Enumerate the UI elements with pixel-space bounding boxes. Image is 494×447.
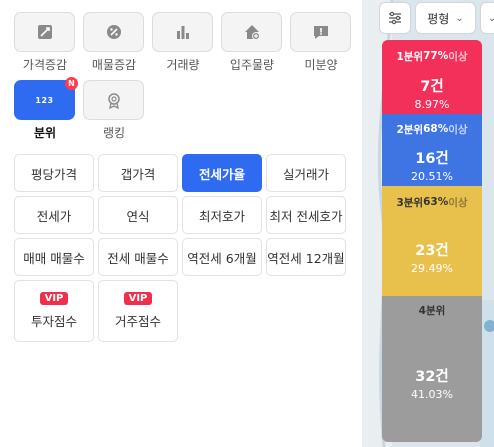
house-plus-icon xyxy=(244,25,260,40)
investment-score-card[interactable]: VIP 투자점수 xyxy=(14,280,94,342)
quantile-2-header: 2분위 68% 이상 xyxy=(382,114,482,144)
quantile-4-header: 4분위 xyxy=(382,296,482,324)
area-select[interactable]: 평형 ⌄ xyxy=(415,2,476,34)
quantile-legend: 1분위 77% 이상 7건 8.97% 2분위 68% 이상 16건 20.51… xyxy=(382,40,482,442)
alert-message-icon xyxy=(313,26,328,39)
number-123-icon: 123 xyxy=(35,95,54,105)
option-lowest-asking-price[interactable]: 최저호가 xyxy=(182,196,262,234)
quantile-2-threshold: 68% xyxy=(423,123,449,135)
more-controls-button[interactable]: ⌄ xyxy=(480,2,494,34)
quantile-2-count: 16건 xyxy=(415,151,449,167)
area-select-label: 평형 xyxy=(427,11,450,26)
option-reverse-jeonse-6m[interactable]: 역전세 6개월 xyxy=(182,238,262,276)
quantile-2-percent: 20.51% xyxy=(411,170,453,183)
app-root: 가격증감 매물증감 거래량 입주물량 미분양 123 N 분위 랭킹 평당가격 … xyxy=(0,0,494,447)
move-in-supply-button[interactable] xyxy=(221,12,282,52)
price-change-button[interactable] xyxy=(14,12,75,52)
quantile-1-segment[interactable]: 7건 8.97% xyxy=(382,72,482,114)
ranking-button[interactable] xyxy=(83,80,144,120)
filter-panel: 가격증감 매물증감 거래량 입주물량 미분양 123 N 분위 랭킹 평당가격 … xyxy=(0,0,362,447)
option-jeonse-price[interactable]: 전세가 xyxy=(14,196,94,234)
quantile-2-segment[interactable]: 16건 20.51% xyxy=(382,144,482,186)
listing-change-button[interactable] xyxy=(83,12,144,52)
quantile-1-count: 7건 xyxy=(420,79,444,95)
medal-icon xyxy=(107,93,120,109)
sliders-icon xyxy=(389,11,401,25)
option-sale-listings[interactable]: 매매 매물수 xyxy=(14,238,94,276)
quantile-3-percent: 29.49% xyxy=(411,262,453,275)
quantile-3-threshold: 63% xyxy=(423,196,449,208)
option-gap-price[interactable]: 갭가격 xyxy=(98,154,178,192)
price-change-label: 가격증감 xyxy=(22,58,68,72)
quantile-1-suffix: 이상 xyxy=(448,50,468,63)
trade-volume-button[interactable] xyxy=(152,12,213,52)
quantile-1-threshold: 77% xyxy=(423,50,449,62)
residence-score-card[interactable]: VIP 거주점수 xyxy=(98,280,178,342)
bar-chart-icon xyxy=(176,26,189,39)
quantile-4-title: 4분위 xyxy=(418,304,446,317)
listing-change-label: 매물증감 xyxy=(91,58,137,72)
vip-badge: VIP xyxy=(123,292,153,305)
option-real-transaction-price[interactable]: 실거래가 xyxy=(266,154,346,192)
quantile-3-header: 3분위 63% 이상 xyxy=(382,186,482,218)
quantile-3-count: 23건 xyxy=(415,243,449,259)
option-reverse-jeonse-12m[interactable]: 역전세 12개월 xyxy=(266,238,346,276)
price-change-icon xyxy=(37,25,52,39)
new-badge: N xyxy=(65,77,78,90)
quantile-label: 분위 xyxy=(33,126,57,140)
chevron-down-icon: ⌄ xyxy=(487,12,494,24)
listing-change-icon xyxy=(106,25,121,39)
option-jeonse-ratio[interactable]: 전세가율 xyxy=(182,154,262,192)
quantile-4-percent: 41.03% xyxy=(411,388,453,401)
unsold-button[interactable] xyxy=(290,12,351,52)
chevron-down-icon: ⌄ xyxy=(455,12,464,24)
quantile-4-count: 32건 xyxy=(415,369,449,385)
quantile-3-segment[interactable]: 23건 29.49% xyxy=(382,218,482,296)
quantile-1-header: 1분위 77% 이상 xyxy=(382,40,482,72)
option-lowest-jeonse-asking[interactable]: 최저 전세호가 xyxy=(266,196,346,234)
quantile-3-suffix: 이상 xyxy=(448,196,468,209)
move-in-supply-label: 입주물량 xyxy=(229,58,275,72)
trade-volume-label: 거래량 xyxy=(166,58,200,72)
unsold-label: 미분양 xyxy=(304,58,338,72)
quantile-1-percent: 8.97% xyxy=(414,98,450,111)
residence-score-label: 거주점수 xyxy=(114,314,161,329)
ranking-label: 랭킹 xyxy=(102,126,126,140)
option-price-per-pyeong[interactable]: 평당가격 xyxy=(14,154,94,192)
quantile-4-segment[interactable]: 32건 41.03% xyxy=(382,324,482,442)
vip-badge: VIP xyxy=(39,292,69,305)
quantile-2-suffix: 이상 xyxy=(448,123,468,136)
investment-score-label: 투자점수 xyxy=(30,314,77,329)
map-filter-button[interactable] xyxy=(379,2,411,34)
quantile-1-title: 1분위 xyxy=(396,50,424,63)
quantile-3-title: 3분위 xyxy=(396,196,424,209)
option-building-age[interactable]: 연식 xyxy=(98,196,178,234)
option-jeonse-listings[interactable]: 전세 매물수 xyxy=(98,238,178,276)
quantile-2-title: 2분위 xyxy=(396,123,424,136)
quantile-button[interactable]: 123 N xyxy=(14,77,78,120)
